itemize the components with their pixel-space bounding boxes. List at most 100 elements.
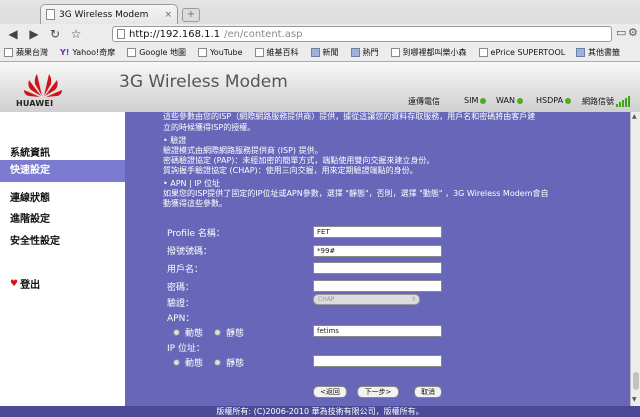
sidebar-item-advanced-settings[interactable]: 進階設定: [10, 210, 50, 225]
dial-number-input[interactable]: *99#: [313, 245, 442, 257]
yahoo-icon: Y!: [60, 48, 70, 57]
intro-line-2: 立的時候獲得ISP的授權。: [163, 123, 256, 132]
ip-mode-radios: 動態 靜態: [173, 356, 244, 369]
other-bookmarks-label: 其他書籤: [588, 48, 620, 57]
copyright-footer: 版權所有: (C)2006-2010 華為技術有限公司，版權所有。: [0, 406, 640, 417]
dial-number-label: 撥號號碼：: [167, 247, 213, 257]
back-button[interactable]: <返回: [313, 386, 347, 398]
wan-status-icon: [516, 97, 523, 104]
page-scrollbar[interactable]: ▲ ▼: [630, 112, 640, 406]
profile-name-label: Profile 名稱：: [167, 229, 225, 239]
bookmark-item[interactable]: 熱門: [350, 47, 379, 58]
page-icon: [127, 48, 137, 57]
apn-input[interactable]: fetims: [313, 325, 442, 337]
tab-close-icon[interactable]: ×: [164, 10, 172, 20]
bookmark-item[interactable]: ePrice SUPERTOOL: [478, 48, 566, 57]
ip-dynamic-radio[interactable]: [173, 359, 180, 366]
sidebar-item-quick-setup[interactable]: 快速設定: [0, 160, 125, 182]
sim-status-icon: [480, 97, 487, 104]
apn-dynamic-label: 動態: [185, 329, 204, 339]
folder-icon: [310, 48, 320, 57]
logout-label: 登出: [20, 280, 41, 291]
bookmark-item[interactable]: Y! Yahoo!奇摩: [60, 47, 115, 58]
bookmark-label: YouTube: [209, 48, 243, 57]
sim-status: SIM: [464, 96, 487, 105]
page-menu-icon[interactable]: ▭: [616, 26, 626, 39]
ip-dynamic-label: 動態: [185, 359, 204, 369]
username-input[interactable]: [313, 262, 442, 274]
intro-line-1: 這些參數由您的ISP（網際網路服務提供商）提供，據從這讓您的資料存取服務，用戶名…: [163, 112, 536, 121]
bookmark-label: 蘋果台灣: [16, 48, 48, 57]
new-tab-button[interactable]: +: [182, 8, 200, 22]
folder-icon: [350, 48, 360, 57]
other-bookmarks[interactable]: 其他書籤: [576, 47, 620, 58]
heart-icon: ♥: [10, 278, 19, 289]
bookmark-label: 到哪裡都叫樂小森: [402, 48, 467, 57]
bookmark-label: ePrice SUPERTOOL: [490, 48, 566, 57]
auth-select-value: CHAP: [318, 296, 335, 303]
back-icon[interactable]: ◀: [4, 26, 22, 42]
scroll-up-icon[interactable]: ▲: [632, 113, 637, 120]
reload-icon[interactable]: ↻: [46, 26, 64, 42]
select-arrow-icon: ⇕: [410, 296, 416, 303]
ip-static-label: 靜態: [226, 359, 245, 369]
ip-address-input[interactable]: [313, 355, 442, 367]
apn-label: APN：: [167, 314, 195, 324]
folder-icon: [576, 48, 585, 57]
page-icon: [390, 48, 400, 57]
page-icon: [197, 48, 207, 57]
bookmark-label: Yahoo!奇摩: [72, 48, 116, 57]
username-label: 用戶名：: [167, 265, 204, 275]
bookmark-label: 維基百科: [266, 48, 299, 57]
password-input[interactable]: [313, 280, 442, 292]
auth-label: 驗證：: [167, 299, 195, 309]
hsdpa-label: HSDPA: [536, 96, 564, 105]
sidebar-item-security-settings[interactable]: 安全性設定: [10, 232, 60, 247]
forward-icon[interactable]: ▶: [25, 26, 43, 42]
sidebar-item-system-info[interactable]: 系統資訊: [10, 144, 50, 159]
next-button[interactable]: 下一步>: [357, 386, 399, 398]
quick-setup-panel: 這些參數由您的ISP（網際網路服務提供商）提供，據從這讓您的資料存取服務，用戶名…: [125, 112, 630, 406]
password-label: 密碼：: [167, 283, 195, 293]
page-icon: [4, 48, 13, 57]
tab-title: 3G Wireless Modem: [59, 9, 149, 20]
auth-select[interactable]: CHAP ⇕: [313, 294, 420, 305]
bookmark-label: Google 地圖: [139, 48, 186, 57]
hsdpa-status-icon: [565, 97, 572, 104]
bookmark-item[interactable]: 維基百科: [254, 47, 299, 58]
bookmark-item[interactable]: 到哪裡都叫樂小森: [390, 47, 467, 58]
address-bar[interactable]: http://192.168.1.1/en/content.asp: [112, 26, 612, 42]
browser-tab[interactable]: 3G Wireless Modem ×: [40, 4, 178, 24]
apn-mode-radios: 動態 靜態: [173, 326, 244, 339]
bookmark-item[interactable]: 新聞: [310, 47, 339, 58]
page-icon: [117, 29, 125, 39]
apn-static-label: 靜態: [226, 329, 245, 339]
apn-dynamic-radio[interactable]: [173, 329, 180, 336]
page-icon: [478, 48, 488, 57]
url-host: http://192.168.1.1: [129, 28, 221, 40]
wrench-icon[interactable]: ⚙: [628, 26, 638, 39]
bookmark-item[interactable]: Google 地圖: [127, 47, 186, 58]
bookmark-label: 熱門: [362, 48, 379, 57]
scroll-down-icon[interactable]: ▼: [632, 396, 637, 403]
wan-label: WAN: [496, 96, 515, 105]
bookmark-item[interactable]: YouTube: [197, 48, 243, 57]
apn-static-radio[interactable]: [214, 329, 222, 336]
bookmark-label: 新聞: [322, 48, 339, 57]
star-icon[interactable]: ☆: [67, 26, 85, 42]
modem-header: HUAWEI 3G Wireless Modem 遠傳電信 SIM WAN HS…: [0, 62, 640, 112]
logout-link[interactable]: ♥ 登出: [10, 276, 41, 292]
bookmark-item[interactable]: 蘋果台灣: [4, 47, 48, 58]
signal-label: 網路信號: [582, 97, 614, 106]
cancel-button[interactable]: 取消: [414, 386, 442, 398]
profile-name-input[interactable]: FET: [313, 226, 442, 238]
router-page: HUAWEI 3G Wireless Modem 遠傳電信 SIM WAN HS…: [0, 62, 640, 417]
carrier-name: 遠傳電信: [408, 97, 440, 106]
sidebar-item-connection-status[interactable]: 連線狀態: [10, 189, 50, 204]
auth-line-3: 質詢握手驗證協定 (CHAP)：使用三向交握，用來定期驗證端點的身份。: [163, 166, 418, 175]
tab-strip: 3G Wireless Modem × +: [0, 0, 640, 24]
scrollbar-thumb[interactable]: [633, 372, 639, 390]
ip-static-radio[interactable]: [214, 359, 222, 366]
ip-address-label: IP 位址：: [167, 344, 205, 354]
wan-status: WAN: [496, 96, 523, 105]
